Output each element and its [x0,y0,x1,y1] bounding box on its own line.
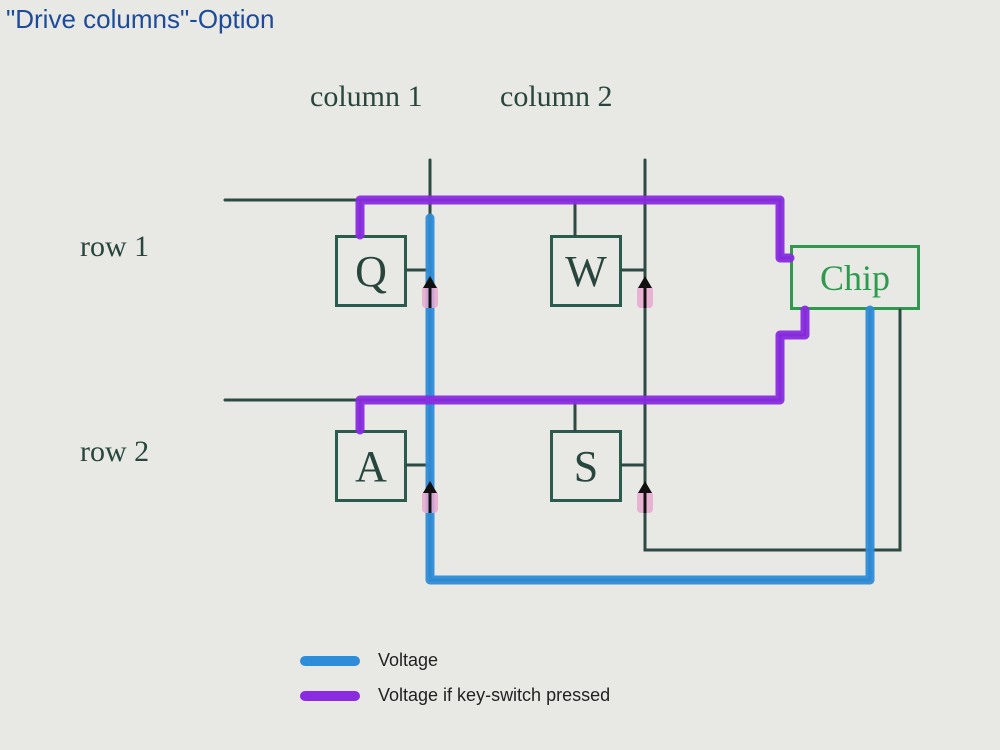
legend-swatch-purple [300,691,360,701]
label-row-1: row 1 [80,230,149,264]
diagram-stage: "Drive columns"-Option column 1 column 2… [0,0,1000,750]
page-title: "Drive columns"-Option [6,4,274,35]
chip-box: Chip [790,245,920,310]
legend-label-voltage-pressed: Voltage if key-switch pressed [378,685,610,706]
label-row-2: row 2 [80,435,149,469]
label-column-1: column 1 [310,80,423,114]
legend-row-voltage: Voltage [300,650,610,671]
key-w: W [550,235,622,307]
legend-swatch-blue [300,656,360,666]
key-s: S [550,430,622,502]
legend-label-voltage: Voltage [378,650,438,671]
key-q: Q [335,235,407,307]
label-column-2: column 2 [500,80,613,114]
legend-row-voltage-pressed: Voltage if key-switch pressed [300,685,610,706]
legend: Voltage Voltage if key-switch pressed [300,650,610,720]
key-a: A [335,430,407,502]
